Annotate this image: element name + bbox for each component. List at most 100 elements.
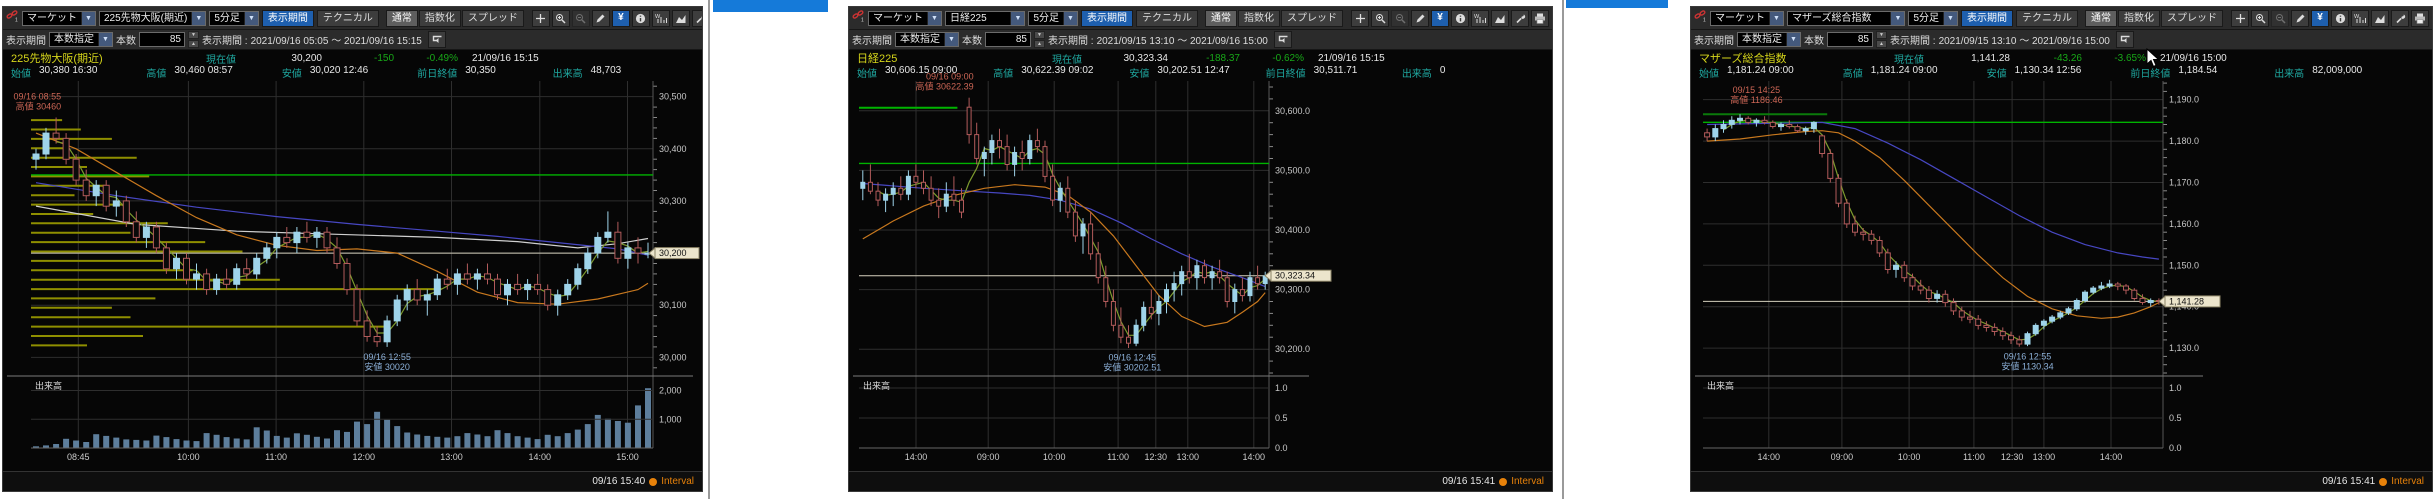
yen-button[interactable]: ¥ [612,10,630,27]
display-period-button[interactable]: 表示期間 [1081,10,1133,27]
quote-datetime: 21/09/16 15:15 [1318,53,1385,64]
mode-button-indexed[interactable]: 指数化 [1238,10,1280,27]
zoom-in-button[interactable] [552,10,570,27]
bar-count-stepper[interactable]: ▼▲ [1876,31,1887,48]
svg-text:0.0: 0.0 [1275,443,1288,453]
instrument-select[interactable]: 225先物大阪(期近)▼ [99,11,206,26]
stepper-up-icon[interactable]: ▲ [1034,40,1045,48]
svg-text:1,160.0: 1,160.0 [2169,219,2199,229]
svg-text:30,000: 30,000 [659,352,687,362]
yen-button[interactable]: ¥ [2311,10,2329,27]
wrench-button[interactable] [1511,10,1529,27]
pencil-button[interactable] [1411,10,1429,27]
svg-text:14:00: 14:00 [529,452,552,462]
crosshair-icon [1355,13,1366,24]
bar-count-stepper[interactable]: ▼▲ [1034,31,1045,48]
timeframe-select[interactable]: 5分足▼ [1028,11,1078,26]
market-select[interactable]: マーケット▼ [22,11,96,26]
svg-text:30,500.0: 30,500.0 [1275,165,1310,175]
timeframe-select[interactable]: 5分足▼ [209,11,259,26]
tick-chart-button[interactable]: W [2351,10,2369,27]
mode-button-indexed[interactable]: 指数化 [2118,10,2160,27]
status-bar: 09/16 15:41Interval [849,471,1552,491]
svg-text:30,500: 30,500 [659,92,687,102]
area-chart-button[interactable] [2371,10,2389,27]
ohlc-value: 30,460 08:57 [174,65,232,80]
tick-chart-button[interactable]: W [652,10,670,27]
zoom-out-button[interactable] [572,10,590,27]
pencil-button[interactable] [2291,10,2309,27]
stepper-down-icon[interactable]: ▼ [1876,31,1887,39]
blue-titlebar-fragment [1566,0,1668,8]
mode-button-spread[interactable]: スプレッド [462,10,524,27]
crosshair-button[interactable] [532,10,550,27]
area-chart-button[interactable] [672,10,690,27]
bar-count-input[interactable] [985,32,1031,47]
info-button[interactable] [1451,10,1469,27]
link-icon[interactable]: 1 [852,9,865,27]
range-value: 2021/09/15 13:10 ～ 2021/09/16 15:00 [1097,32,1268,47]
zoom-in-button[interactable] [2251,10,2269,27]
printer-button[interactable] [2411,10,2429,27]
zoom-in-button[interactable] [1371,10,1389,27]
link-icon[interactable]: 1 [6,9,19,27]
link-icon[interactable]: 1 [1694,9,1707,27]
count-mode-select[interactable]: 本数指定▼ [49,32,113,47]
stepper-up-icon[interactable]: ▲ [1876,40,1887,48]
area-chart-button[interactable] [1491,10,1509,27]
reload-button[interactable] [428,31,446,48]
timeframe-select-value: 5分足 [1909,12,1943,25]
instrument-select[interactable]: 日経225▼ [945,11,1025,26]
wrench-button[interactable] [2391,10,2409,27]
yen-button[interactable]: ¥ [1431,10,1449,27]
technical-button[interactable]: テクニカル [317,10,379,27]
technical-button[interactable]: テクニカル [1136,10,1198,27]
zoom-out-button[interactable] [2271,10,2289,27]
ohlc-item: 高値30,622.39 09:02 [993,65,1129,80]
svg-text:11:00: 11:00 [1107,452,1129,462]
mode-button-normal[interactable]: 通常 [1205,10,1237,27]
mode-button-normal[interactable]: 通常 [386,10,418,27]
reload-button[interactable] [1274,31,1292,48]
mode-button-indexed[interactable]: 指数化 [419,10,461,27]
zoom-out-button[interactable] [1391,10,1409,27]
crosshair-button[interactable] [2231,10,2249,27]
tick-chart-button[interactable]: W [1471,10,1489,27]
market-select[interactable]: マーケット▼ [868,11,942,26]
bar-count-input[interactable] [139,32,185,47]
bar-count-stepper[interactable]: ▼▲ [188,31,199,48]
technical-button[interactable]: テクニカル [2016,10,2078,27]
market-select[interactable]: マーケット▼ [1710,11,1784,26]
instrument-header: マザーズ総合指数現在値1,141.28-43.26-3.65%21/09/16 … [1691,51,2432,65]
wrench-button[interactable] [692,10,703,27]
display-period-button[interactable]: 表示期間 [1961,10,2013,27]
stepper-up-icon[interactable]: ▲ [188,40,199,48]
stepper-down-icon[interactable]: ▼ [188,31,199,39]
timeframe-select[interactable]: 5分足▼ [1908,11,1958,26]
svg-text:1.0: 1.0 [1275,383,1288,393]
printer-button[interactable] [1531,10,1549,27]
chevron-down-icon: ▼ [1063,12,1077,25]
current-price-label: 現在値 [1052,51,1082,66]
info-button[interactable] [2331,10,2349,27]
display-period-button[interactable]: 表示期間 [262,10,314,27]
crosshair-button[interactable] [1351,10,1369,27]
chart-mode-group: 通常指数化スプレッド [2085,10,2223,27]
mode-button-spread[interactable]: スプレッド [2161,10,2223,27]
svg-text:14:00: 14:00 [2100,452,2123,462]
count-mode-select[interactable]: 本数指定▼ [895,32,959,47]
mode-button-normal[interactable]: 通常 [2085,10,2117,27]
chevron-down-icon: ▼ [944,33,958,46]
count-mode-select[interactable]: 本数指定▼ [1737,32,1801,47]
ohlc-value: 82,009,000 [2312,65,2362,80]
mode-button-spread[interactable]: スプレッド [1281,10,1343,27]
bar-count-input[interactable] [1827,32,1873,47]
svg-text:10:00: 10:00 [177,452,200,462]
ohlc-label: 出来高 [1402,65,1432,80]
instrument-select[interactable]: マザーズ総合指数▼ [1787,11,1905,26]
pencil-button[interactable] [592,10,610,27]
stepper-down-icon[interactable]: ▼ [1034,31,1045,39]
svg-text:1,141.28: 1,141.28 [2169,296,2204,306]
info-button[interactable] [632,10,650,27]
reload-button[interactable] [2116,31,2134,48]
